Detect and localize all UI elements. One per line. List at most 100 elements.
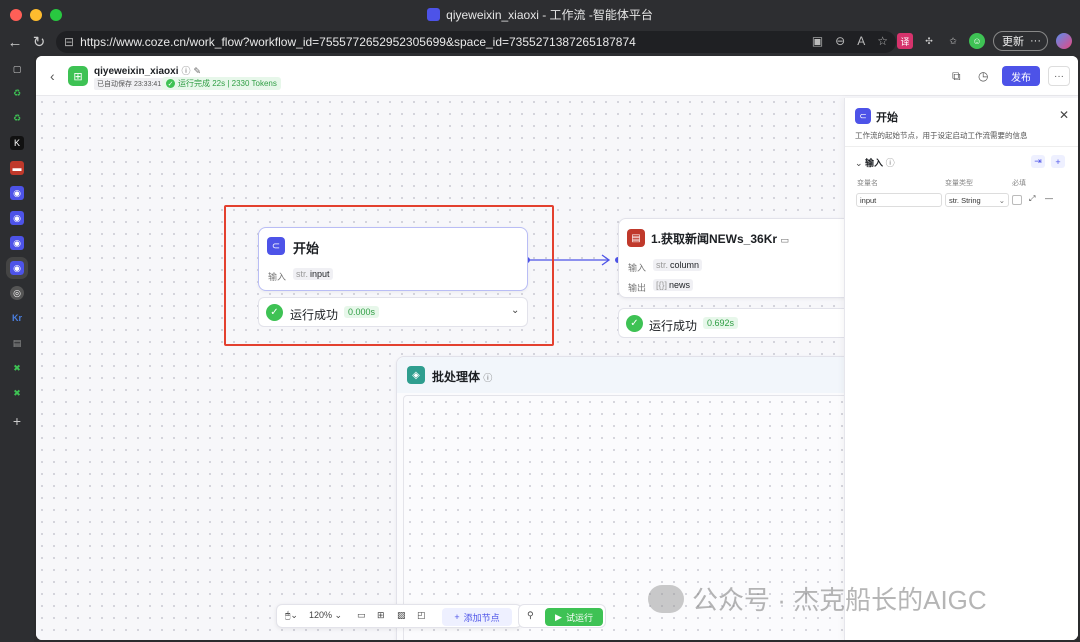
var-type-select[interactable]: str. String ⌄ <box>945 193 1009 207</box>
news-input-label: 输入 <box>628 263 647 273</box>
workflow-name: qiyeweixin_xiaoxi ⓘ ✎ <box>94 66 202 77</box>
var-name-input[interactable]: input <box>856 193 942 207</box>
add-variable-button[interactable]: + <box>1051 155 1065 168</box>
reader-icon[interactable]: ▣ <box>812 34 823 48</box>
chevron-down-icon: ⌄ <box>998 195 1005 205</box>
x-tab-icon[interactable]: ✖ <box>10 386 24 400</box>
coze-tab-active-icon[interactable]: ◉ <box>6 257 28 279</box>
profile-avatar[interactable]: ☺ <box>969 33 985 49</box>
news-result-text: 运行成功 <box>649 319 698 333</box>
address-bar[interactable]: ⊟ https://www.coze.cn/work_flow?workflow… <box>56 31 896 53</box>
reload-icon[interactable]: ↻ <box>26 29 52 55</box>
wechat-icon <box>648 584 684 613</box>
workflow-header: ‹ ⊞ qiyeweixin_xiaoxi ⓘ ✎ 已自动保存 23:33:41 ✓… <box>36 56 1078 96</box>
autosave-status: 已自动保存 23:33:41 <box>94 78 165 90</box>
kr-tab-icon[interactable]: Kr <box>10 311 24 325</box>
expand-icon[interactable]: ⤢ <box>1029 194 1035 204</box>
back-arrow-icon[interactable]: ← <box>2 29 28 55</box>
info-icon[interactable]: ⓘ <box>483 373 492 383</box>
required-checkbox[interactable] <box>1012 195 1022 205</box>
browser-sidebar: ▢ ♻ ♻ K ▬ ◉ ◉ ◉ ◉ ◎ Kr ▤ ✖ ✖ + <box>0 56 34 642</box>
test-run-button[interactable]: ▶ 试运行 <box>545 608 603 626</box>
favorite-star-icon[interactable]: ☆ <box>877 34 888 48</box>
watermark: 公众号 · 杰克船长的AIGC <box>648 580 987 617</box>
edit-icon[interactable]: ✎ <box>194 66 202 76</box>
more-dots-icon: ··· <box>1030 35 1041 47</box>
comment-icon[interactable]: ▭ <box>357 610 366 621</box>
coze-workflow-page: ‹ ⊞ qiyeweixin_xiaoxi ⓘ ✎ 已自动保存 23:33:41 ✓… <box>36 56 1078 640</box>
col-header-var-name: 变量名 <box>857 180 878 187</box>
col-header-required: 必填 <box>1012 180 1026 187</box>
panel-description: 工作流的起始节点，用于设定启动工作流需要的信息 <box>855 131 1028 140</box>
copy-icon[interactable]: ⧉ <box>952 69 961 84</box>
coze-tab-icon[interactable]: ◉ <box>10 211 24 225</box>
canvas-toolbar: 🖱⌄ 120% ⌄ ▭ ⊞ ▨ ◰ + 添加节点 <box>276 604 522 628</box>
input-section-title[interactable]: ⌄ 输入 ⓘ <box>855 156 895 169</box>
recycle-icon[interactable]: ♻ <box>10 86 24 100</box>
close-icon[interactable]: ✕ <box>1059 108 1069 122</box>
minimize-window-button[interactable] <box>30 9 42 21</box>
import-icon[interactable]: ⇥ <box>1031 155 1045 168</box>
zoom-icon[interactable]: ⊖ <box>835 34 845 48</box>
check-icon: ✓ <box>166 79 175 88</box>
site-info-icon[interactable]: ⊟ <box>64 35 74 49</box>
info-icon[interactable]: ⓘ <box>182 66 191 76</box>
news-node[interactable]: ▤ 1.获取新闻NEWs_36Kr ▭ 输入 str. column 输出 [{}… <box>618 218 858 298</box>
success-check-icon: ✓ <box>626 315 643 332</box>
info-icon[interactable]: ⓘ <box>886 158 895 168</box>
app-tab-icon[interactable]: ◎ <box>10 286 24 300</box>
coze-icon <box>427 7 441 21</box>
recycle-icon[interactable]: ♻ <box>10 111 24 125</box>
read-aloud-icon[interactable]: A <box>857 34 865 48</box>
doc-tab-icon[interactable]: ▤ <box>10 336 24 350</box>
news-output-tag: [{}] news <box>653 279 694 291</box>
k-site-icon[interactable]: K <box>10 136 24 150</box>
puzzle-icon[interactable]: ✣ <box>921 33 937 49</box>
close-window-button[interactable] <box>10 9 22 21</box>
more-options-button[interactable]: ··· <box>1048 66 1070 86</box>
url-text: https://www.coze.cn/work_flow?workflow_i… <box>80 35 636 49</box>
app-tab-icon[interactable]: ▬ <box>10 161 24 175</box>
add-node-button[interactable]: + 添加节点 <box>442 608 512 626</box>
plus-icon: + <box>454 612 460 622</box>
mouse-mode-icon[interactable]: 🖱⌄ <box>285 610 298 621</box>
batch-node-title: 批处理体 ⓘ <box>432 370 493 384</box>
window-titlebar: qiyeweixin_xiaoxi - 工作流 -智能体平台 <box>0 0 1080 28</box>
news-result-time: 0.692s <box>703 317 739 329</box>
zoom-select[interactable]: 120% ⌄ <box>309 610 342 621</box>
panel-divider <box>845 146 1078 147</box>
tabs-icon[interactable]: ▢ <box>10 62 24 76</box>
image-icon[interactable]: ▨ <box>397 610 406 621</box>
news-result-bar[interactable]: ✓ 运行成功 0.692s <box>618 308 858 338</box>
update-button[interactable]: 更新 ··· <box>993 31 1048 51</box>
debug-icon[interactable]: ⚲ <box>527 610 534 621</box>
start-node-panel: ⊂ 开始 ✕ 工作流的起始节点，用于设定启动工作流需要的信息 ⌄ 输入 ⓘ ⇥ … <box>844 98 1078 640</box>
coze-tab-icon[interactable]: ◉ <box>10 186 24 200</box>
coze-tab-icon[interactable]: ◉ <box>10 236 24 250</box>
history-icon[interactable]: ◷ <box>978 69 988 83</box>
layout-icon[interactable]: ⊞ <box>377 610 385 621</box>
news-node-icon: ▤ <box>627 229 645 247</box>
x-tab-icon[interactable]: ✖ <box>10 361 24 375</box>
workflow-logo-icon: ⊞ <box>68 66 88 86</box>
traffic-lights <box>10 9 62 21</box>
maximize-window-button[interactable] <box>50 9 62 21</box>
chevron-down-icon: ⌄ <box>855 158 866 168</box>
add-tab-icon[interactable]: + <box>10 413 24 429</box>
doc-icon: ▭ <box>780 235 789 245</box>
back-chevron-icon[interactable]: ‹ <box>50 68 55 84</box>
minimap-icon[interactable]: ◰ <box>417 610 426 621</box>
batch-node-icon: ◈ <box>407 366 425 384</box>
browser-toolbar: ← ↻ ⊟ https://www.coze.cn/work_flow?work… <box>0 28 1080 56</box>
run-controls: ⚲ ▶ 试运行 <box>518 604 606 628</box>
highlight-box <box>224 205 554 346</box>
play-icon: ▶ <box>555 611 562 622</box>
extension-icon[interactable]: 译 <box>897 33 913 49</box>
start-node-icon: ⊂ <box>855 108 871 124</box>
panel-title: 开始 <box>876 112 898 124</box>
remove-icon[interactable]: — <box>1045 194 1053 203</box>
copilot-icon[interactable] <box>1056 33 1072 49</box>
favorites-icon[interactable]: ✩ <box>945 33 961 49</box>
col-header-var-type: 变量类型 <box>945 180 973 187</box>
publish-button[interactable]: 发布 <box>1002 66 1040 86</box>
